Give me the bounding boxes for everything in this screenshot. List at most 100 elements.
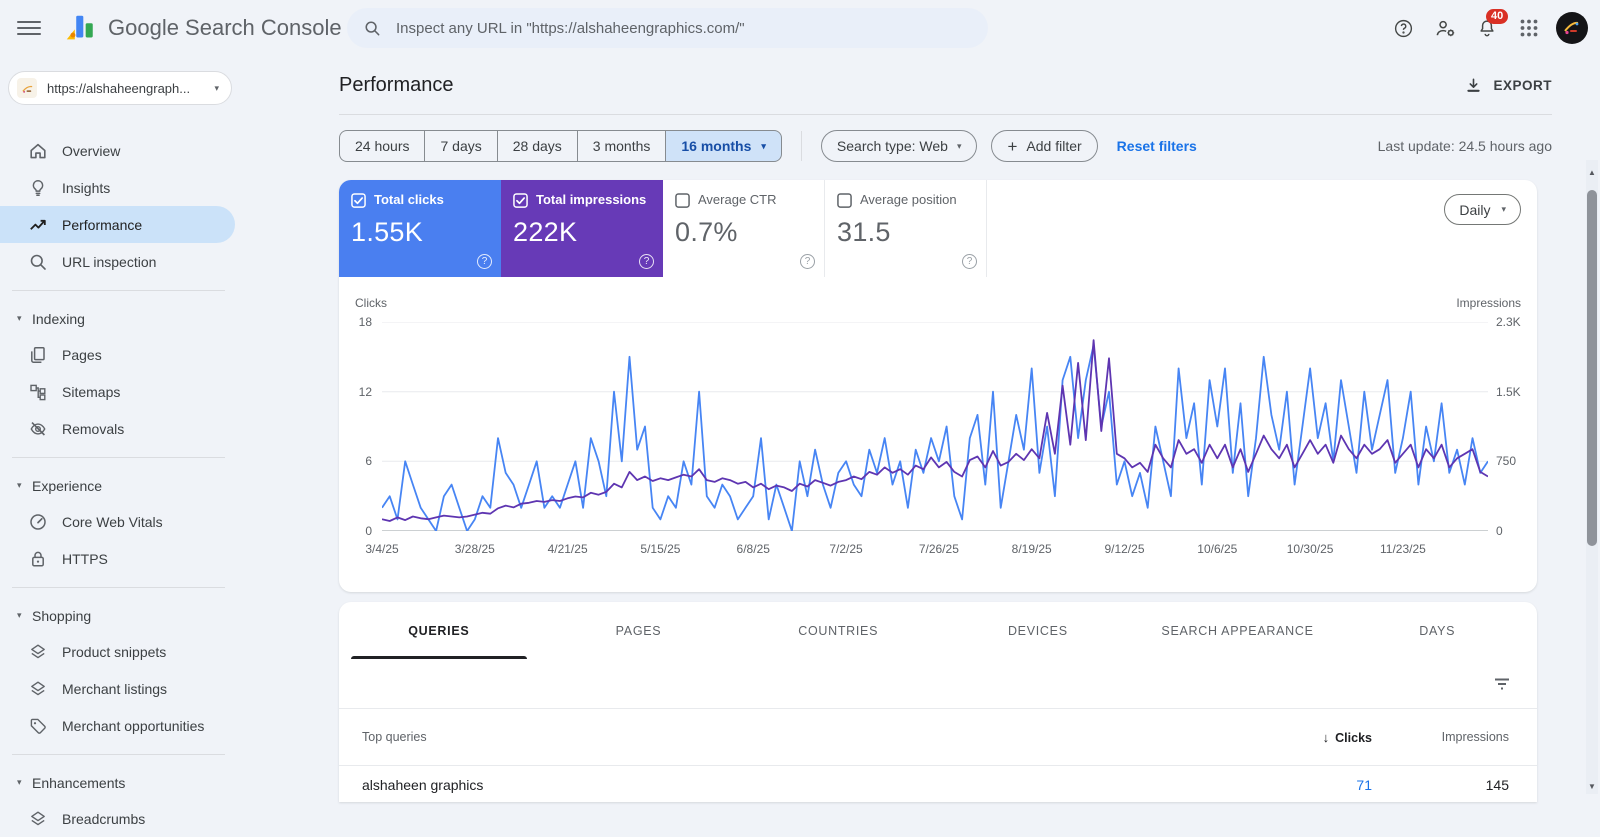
- tab-pages[interactable]: PAGES: [539, 602, 739, 659]
- property-selector[interactable]: https://alshaheengraph... ▾: [8, 71, 232, 105]
- left-axis-tick: 6: [365, 454, 372, 469]
- sidebar-item-performance[interactable]: Performance: [0, 206, 235, 243]
- sidebar-item-merchant-listings[interactable]: Merchant listings: [0, 670, 235, 707]
- table-body: alshaheen graphics 71 145: [339, 766, 1537, 793]
- manage-users-button[interactable]: [1424, 8, 1466, 48]
- user-settings-icon: [1436, 20, 1454, 36]
- sidebar-item-label: Removals: [62, 420, 125, 437]
- tabs-row: QUERIES PAGES COUNTRIES DEVICES SEARCH APPEA…: [339, 602, 1537, 659]
- scroll-down-arrow-icon[interactable]: ▼: [1586, 780, 1598, 794]
- sidebar-group-indexing[interactable]: ▾ Indexing: [0, 301, 235, 336]
- metric-tile-average-position[interactable]: Average position 31.5?: [825, 180, 987, 277]
- help-icon[interactable]: ?: [477, 254, 492, 269]
- checked-checkbox-icon[interactable]: [513, 193, 528, 208]
- lightbulb-icon: [28, 178, 48, 198]
- export-button[interactable]: EXPORT: [1465, 77, 1552, 94]
- tab-search-appearance[interactable]: SEARCH APPEARANCE: [1138, 602, 1338, 659]
- table-row[interactable]: alshaheen graphics 71 145: [339, 766, 1537, 793]
- line-chart[interactable]: [382, 322, 1488, 531]
- help-icon: [1394, 19, 1412, 37]
- checked-checkbox-icon[interactable]: [351, 193, 366, 208]
- date-range-28-days[interactable]: 28 days: [496, 130, 577, 162]
- sidebar-item-url-inspection[interactable]: URL inspection: [0, 243, 235, 280]
- sidebar-item-label: Merchant listings: [62, 680, 168, 697]
- url-inspect-searchbox[interactable]: [347, 8, 988, 48]
- scroll-up-arrow-icon[interactable]: ▲: [1586, 166, 1598, 180]
- sidebar-group-shopping[interactable]: ▾ Shopping: [0, 598, 235, 633]
- clicks-sort-header[interactable]: ↓ Clicks: [1252, 730, 1372, 745]
- date-range-16-months[interactable]: 16 months ▾: [665, 130, 782, 162]
- date-range-7-days[interactable]: 7 days: [424, 130, 497, 162]
- tab-countries[interactable]: COUNTRIES: [738, 602, 938, 659]
- help-icon[interactable]: ?: [800, 254, 815, 269]
- sidebar-item-pages[interactable]: Pages: [0, 336, 235, 373]
- trending-icon: [28, 215, 48, 235]
- add-filter-button[interactable]: + Add filter: [991, 130, 1098, 162]
- home-icon: [28, 141, 48, 161]
- layers-icon: [28, 679, 48, 699]
- sidebar-item-label: Product snippets: [62, 643, 167, 660]
- granularity-dropdown[interactable]: Daily ▾: [1444, 194, 1521, 225]
- property-label: https://alshaheengraph...: [47, 80, 191, 96]
- x-axis-tick: 5/15/25: [640, 542, 681, 556]
- date-range-24-hours[interactable]: 24 hours: [339, 130, 425, 162]
- sidebar-item-sitemaps[interactable]: Sitemaps: [0, 373, 235, 410]
- x-axis-tick: 11/23/25: [1380, 542, 1426, 556]
- sidebar-item-product-snippets[interactable]: Product snippets: [0, 633, 235, 670]
- x-axis-tick: 3/4/25: [365, 542, 399, 556]
- metric-tile-total-impressions[interactable]: Total impressions 222K?: [501, 180, 663, 277]
- x-axis-tick: 10/30/25: [1286, 542, 1334, 556]
- x-axis-tick: 8/19/25: [1011, 542, 1052, 556]
- chevron-down-icon: ▾: [956, 140, 962, 151]
- x-axis-tick: 7/2/25: [829, 542, 863, 556]
- search-type-button[interactable]: Search type: Web ▾: [820, 130, 978, 162]
- help-button[interactable]: [1382, 8, 1424, 48]
- account-avatar[interactable]: [1556, 12, 1588, 44]
- impressions-cell: 145: [1485, 777, 1509, 793]
- url-inspect-input[interactable]: [394, 18, 972, 38]
- filter-bar: 24 hours 7 days 28 days 3 months 16 months ▾ …: [339, 130, 1552, 162]
- unchecked-checkbox-icon[interactable]: [837, 193, 852, 208]
- metric-label: Average CTR: [698, 192, 777, 207]
- sidebar-item-removals[interactable]: Removals: [0, 410, 235, 447]
- sidebar-item-breadcrumbs[interactable]: Breadcrumbs: [0, 800, 235, 837]
- query-cell: alshaheen graphics: [362, 777, 484, 793]
- chevron-down-icon: ▾: [214, 82, 219, 93]
- tag-icon: [28, 716, 48, 736]
- sidebar-nav: Overview Insights Performance URL inspectio…: [0, 132, 235, 837]
- metric-label: Total impressions: [536, 192, 647, 207]
- reset-filters-link[interactable]: Reset filters: [1117, 138, 1197, 154]
- sidebar-item-core-web-vitals[interactable]: Core Web Vitals: [0, 503, 235, 540]
- metric-tile-total-clicks[interactable]: Total clicks 1.55K?: [339, 180, 501, 277]
- vertical-scrollbar[interactable]: ▲ ▼: [1586, 160, 1598, 794]
- unchecked-checkbox-icon[interactable]: [675, 193, 690, 208]
- tab-queries[interactable]: QUERIES: [339, 602, 539, 659]
- tab-devices[interactable]: DEVICES: [938, 602, 1138, 659]
- notifications-button[interactable]: 40: [1466, 8, 1509, 48]
- metric-tiles: Total clicks 1.55K? Total impressions 222K?…: [339, 180, 1537, 277]
- sidebar-group-label: Enhancements: [32, 774, 126, 791]
- date-range-3-months[interactable]: 3 months: [576, 130, 666, 162]
- sidebar-item-label: HTTPS: [62, 550, 108, 567]
- hamburger-menu-icon[interactable]: [17, 16, 41, 40]
- sidebar-item-insights[interactable]: Insights: [0, 169, 235, 206]
- scrollbar-thumb[interactable]: [1587, 190, 1597, 546]
- sidebar: https://alshaheengraph... ▾ Overview Insi…: [0, 56, 235, 827]
- sidebar-item-overview[interactable]: Overview: [0, 132, 235, 169]
- metric-value: 1.55K: [351, 217, 424, 247]
- impressions-header[interactable]: Impressions: [1372, 730, 1537, 744]
- filter-list-icon[interactable]: [1493, 675, 1511, 693]
- sidebar-item-https[interactable]: HTTPS: [0, 540, 235, 577]
- tab-days[interactable]: DAYS: [1337, 602, 1537, 659]
- chart-area[interactable]: Clicks Impressions 18 12 6 0 2.3K 1.5K 750 0 3/4…: [339, 277, 1537, 577]
- sidebar-item-merchant-opportunities[interactable]: Merchant opportunities: [0, 707, 235, 744]
- help-icon[interactable]: ?: [962, 254, 977, 269]
- sidebar-group-enhancements[interactable]: ▾ Enhancements: [0, 765, 235, 800]
- sidebar-group-experience[interactable]: ▾ Experience: [0, 468, 235, 503]
- top-queries-header[interactable]: Top queries: [339, 730, 1252, 744]
- sidebar-item-label: Breadcrumbs: [62, 810, 146, 827]
- help-icon[interactable]: ?: [639, 254, 654, 269]
- google-apps-button[interactable]: [1508, 8, 1550, 48]
- metric-tile-average-ctr[interactable]: Average CTR 0.7%?: [663, 180, 825, 277]
- dimensions-table-card: QUERIES PAGES COUNTRIES DEVICES SEARCH APPEA…: [339, 602, 1537, 802]
